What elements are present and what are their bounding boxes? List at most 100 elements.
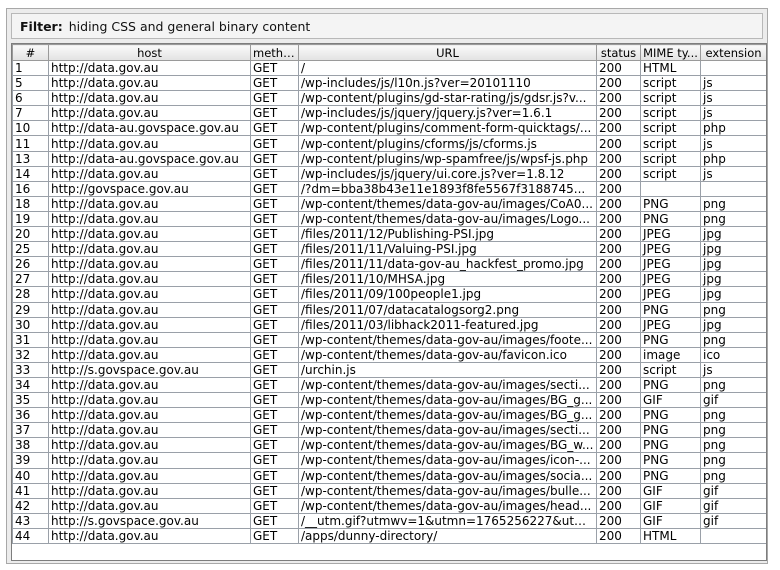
cell-number: 38 [12, 437, 49, 454]
cell-number: 18 [12, 195, 49, 212]
table-row[interactable]: 20 http://data.gov.au GET/files/2011/12/Pu… [12, 226, 766, 243]
table-row[interactable]: 10 http://data-au.govspace.gov.au GET/wp-c… [12, 120, 766, 137]
cell-mime-type: script [640, 165, 701, 182]
cell-host: http://s.govspace.gov.au [48, 361, 251, 378]
table-row[interactable]: 14 http://data.gov.au GET/wp-includes/js/j… [12, 165, 766, 182]
table-row[interactable]: 32 http://data.gov.au GET/wp-content/theme… [12, 346, 766, 363]
table-row[interactable]: 29 http://data.gov.au GET/files/2011/07/da… [12, 301, 766, 318]
column-header-url[interactable]: URL [298, 44, 597, 61]
cell-host: http://data-au.govspace.gov.au [48, 120, 251, 137]
cell-host: http://data.gov.au [48, 286, 251, 303]
table-row[interactable]: 5 http://data.gov.au GET/wp-includes/js/l1… [12, 75, 766, 92]
table-row[interactable]: 1 http://data.gov.au GET/200 HTML [12, 59, 766, 77]
cell-mime-type: PNG [640, 195, 701, 212]
table-row[interactable]: 41 http://data.gov.au GET/wp-content/theme… [12, 482, 766, 499]
cell-method: GET [250, 241, 299, 258]
cell-method: GET [250, 135, 299, 152]
cell-method: GET [250, 482, 299, 499]
cell-url: /files/2011/09/100people1.jpg [298, 286, 597, 303]
table-row[interactable]: 42 http://data.gov.au GET/wp-content/theme… [12, 497, 766, 514]
cell-host: http://data.gov.au [48, 241, 251, 258]
cell-number: 29 [12, 301, 49, 318]
table-row[interactable]: 33 http://s.govspace.gov.au GET/urchin.js 2… [12, 361, 766, 378]
table-row[interactable]: 38 http://data.gov.au GET/wp-content/theme… [12, 437, 766, 454]
column-header-number[interactable]: # [12, 44, 49, 61]
cell-url: /__utm.gif?utmwv=1&utmn=1765256227&utm..… [298, 512, 597, 529]
table-row[interactable]: 13 http://data-au.govspace.gov.au GET/wp-c… [12, 150, 766, 167]
cell-method: GET [250, 301, 299, 318]
cell-url: /wp-content/themes/data-gov-au/images/bu… [298, 482, 597, 499]
cell-number: 32 [12, 346, 49, 363]
cell-number: 25 [12, 241, 49, 258]
table-row[interactable]: 44 http://data.gov.au GET/apps/dunny-direc… [12, 527, 766, 545]
column-header-host[interactable]: host [48, 44, 251, 61]
cell-extension: png [700, 422, 766, 439]
table-row[interactable]: 31 http://data.gov.au GET/wp-content/theme… [12, 331, 766, 348]
cell-extension: png [700, 301, 766, 318]
cell-number: 41 [12, 482, 49, 499]
column-header-status[interactable]: status [596, 44, 641, 61]
cell-status: 200 [596, 316, 641, 333]
cell-host: http://data.gov.au [48, 165, 251, 182]
cell-url: /wp-content/themes/data-gov-au/images/BG… [298, 392, 597, 409]
table-row[interactable]: 26 http://data.gov.au GET/files/2011/11/da… [12, 256, 766, 273]
table-row[interactable]: 34 http://data.gov.au GET/wp-content/theme… [12, 376, 766, 394]
column-header-method[interactable]: method [250, 44, 299, 61]
cell-extension: gif [700, 392, 766, 409]
table-row[interactable]: 11 http://data.gov.au GET/wp-content/plugi… [12, 135, 766, 152]
table-row[interactable]: 6 http://data.gov.au GET/wp-content/plugin… [12, 90, 766, 107]
table-row[interactable]: 19 http://data.gov.au GET/wp-content/theme… [12, 210, 766, 228]
cell-number: 31 [12, 331, 49, 348]
cell-status: 200 [596, 346, 641, 363]
cell-number: 1 [12, 59, 49, 77]
cell-url: /apps/dunny-directory/ [298, 527, 597, 545]
table-row[interactable]: 18 http://data.gov.au GET/wp-content/theme… [12, 195, 766, 212]
column-header-extension[interactable]: extension [700, 44, 766, 61]
cell-status: 200 [596, 497, 641, 514]
cell-status: 200 [596, 392, 641, 409]
cell-mime-type: PNG [640, 422, 701, 439]
cell-extension: js [700, 361, 766, 378]
cell-url: / [298, 59, 597, 77]
history-table-container: # host method URL status MIME ty... exte… [11, 43, 767, 561]
cell-status: 200 [596, 150, 641, 167]
table-row[interactable]: 35 http://data.gov.au GET/wp-content/theme… [12, 392, 766, 409]
cell-number: 33 [12, 361, 49, 378]
table-row[interactable]: 25 http://data.gov.au GET/files/2011/11/Va… [12, 241, 766, 258]
cell-mime-type: PNG [640, 376, 701, 394]
cell-url: /wp-content/themes/data-gov-au/images/so… [298, 467, 597, 484]
cell-host: http://data.gov.au [48, 75, 251, 92]
cell-mime-type: script [640, 120, 701, 137]
table-row[interactable]: 28 http://data.gov.au GET/files/2011/09/10… [12, 286, 766, 303]
cell-number: 27 [12, 271, 49, 288]
cell-number: 44 [12, 527, 49, 545]
table-row[interactable]: 27 http://data.gov.au GET/files/2011/10/MH… [12, 271, 766, 288]
cell-method: GET [250, 392, 299, 409]
cell-method: GET [250, 59, 299, 77]
cell-status: 200 [596, 105, 641, 122]
cell-status: 200 [596, 210, 641, 228]
table-row[interactable]: 30 http://data.gov.au GET/files/2011/03/li… [12, 316, 766, 333]
table-row[interactable]: 43 http://s.govspace.gov.au GET/__utm.gif?… [12, 512, 766, 529]
table-row[interactable]: 7 http://data.gov.au GET/wp-includes/js/jq… [12, 105, 766, 122]
cell-extension: js [700, 105, 766, 122]
cell-host: http://data.gov.au [48, 392, 251, 409]
filter-bar[interactable]: Filter: hiding CSS and general binary co… [11, 13, 763, 39]
table-row[interactable]: 37 http://data.gov.au GET/wp-content/theme… [12, 422, 766, 439]
cell-host: http://data.gov.au [48, 437, 251, 454]
table-row[interactable]: 39 http://data.gov.au GET/wp-content/theme… [12, 452, 766, 469]
cell-mime-type: JPEG [640, 271, 701, 288]
table-row[interactable]: 40 http://data.gov.au GET/wp-content/theme… [12, 467, 766, 484]
column-header-mime-type[interactable]: MIME ty... [640, 44, 701, 61]
cell-status: 200 [596, 120, 641, 137]
cell-method: GET [250, 467, 299, 484]
table-row[interactable]: 36 http://data.gov.au GET/wp-content/theme… [12, 407, 766, 424]
cell-status: 200 [596, 195, 641, 212]
cell-mime-type: GIF [640, 482, 701, 499]
cell-url: /files/2011/12/Publishing-PSI.jpg [298, 226, 597, 243]
cell-mime-type: GIF [640, 392, 701, 409]
cell-url: /files/2011/11/Valuing-PSI.jpg [298, 241, 597, 258]
table-row[interactable]: 16 http://govspace.gov.au GET/?dm=bba38b43… [12, 180, 766, 197]
cell-mime-type [640, 180, 701, 197]
cell-mime-type: PNG [640, 210, 701, 228]
